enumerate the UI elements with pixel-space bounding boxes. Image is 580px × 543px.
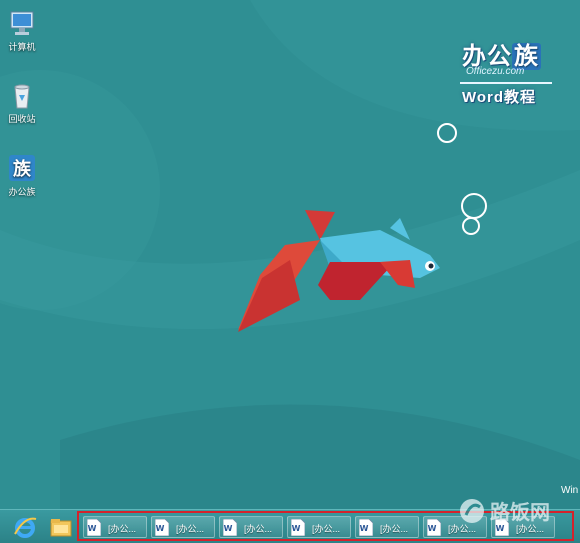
word-document-icon: W xyxy=(427,519,441,536)
taskbar-window-button[interactable]: W [办公... xyxy=(151,516,215,538)
taskbar-window-button[interactable]: W [办公... xyxy=(287,516,351,538)
recycle-bin-icon xyxy=(14,84,30,109)
desktop-icon-label: 办公族 xyxy=(8,187,36,197)
desktop: 计算机 回收站 族 办公族 办公族 Officezu.com Word教程 Wi… xyxy=(0,0,580,543)
taskbar-window-button[interactable]: W [办公... xyxy=(491,516,555,538)
svg-text:W: W xyxy=(156,524,165,533)
word-document-icon: W xyxy=(291,519,305,536)
svg-text:W: W xyxy=(88,524,97,533)
brand-domain: Officezu.com xyxy=(466,66,525,77)
taskbar-window-button[interactable]: W [办公... xyxy=(423,516,487,538)
taskbar-window-label: [办公... xyxy=(176,524,205,534)
desktop-icon-computer[interactable]: 计算机 xyxy=(0,8,44,53)
svg-text:族: 族 xyxy=(13,158,32,180)
taskbar-window-label: [办公... xyxy=(108,524,137,534)
taskbar-window-label: [办公... xyxy=(244,524,273,534)
svg-text:W: W xyxy=(360,524,369,533)
taskbar-window-label: [办公... xyxy=(516,524,545,534)
officezu-logo: 办公族 Officezu.com Word教程 xyxy=(460,36,578,108)
desktop-icon-recycle-bin[interactable]: 回收站 xyxy=(0,80,44,125)
word-document-icon: W xyxy=(87,519,101,536)
desktop-icon-label: 计算机 xyxy=(8,42,36,52)
word-document-icon: W xyxy=(359,519,373,536)
taskbar-window-button[interactable]: W [办公... xyxy=(83,516,147,538)
desktop-icon-bangongzu[interactable]: 族 办公族 xyxy=(0,153,44,198)
word-document-icon: W xyxy=(155,519,169,536)
bangongzu-app-icon: 族 xyxy=(9,155,35,181)
desktop-icon-label: 回收站 xyxy=(8,114,36,124)
taskbar: W [办公... W [办公... W [办公... W [办公... W [办… xyxy=(0,509,580,543)
word-document-icon: W xyxy=(223,519,237,536)
svg-text:W: W xyxy=(292,524,301,533)
svg-text:W: W xyxy=(224,524,233,533)
taskbar-window-button[interactable]: W [办公... xyxy=(219,516,283,538)
taskbar-window-label: [办公... xyxy=(380,524,409,534)
taskbar-window-button[interactable]: W [办公... xyxy=(355,516,419,538)
svg-text:W: W xyxy=(496,524,505,533)
taskbar-window-label: [办公... xyxy=(448,524,477,534)
brand-subtitle: Word教程 xyxy=(462,89,537,106)
brand-divider xyxy=(460,82,552,84)
taskbar-window-label: [办公... xyxy=(312,524,341,534)
computer-icon xyxy=(10,11,34,35)
svg-text:W: W xyxy=(428,524,437,533)
file-explorer-icon[interactable] xyxy=(48,514,74,540)
internet-explorer-icon[interactable] xyxy=(12,514,38,540)
open-windows-group: W [办公... W [办公... W [办公... W [办公... W [办… xyxy=(77,511,574,541)
word-document-icon: W xyxy=(495,519,509,536)
windows-corner-text: Win xyxy=(561,485,579,496)
